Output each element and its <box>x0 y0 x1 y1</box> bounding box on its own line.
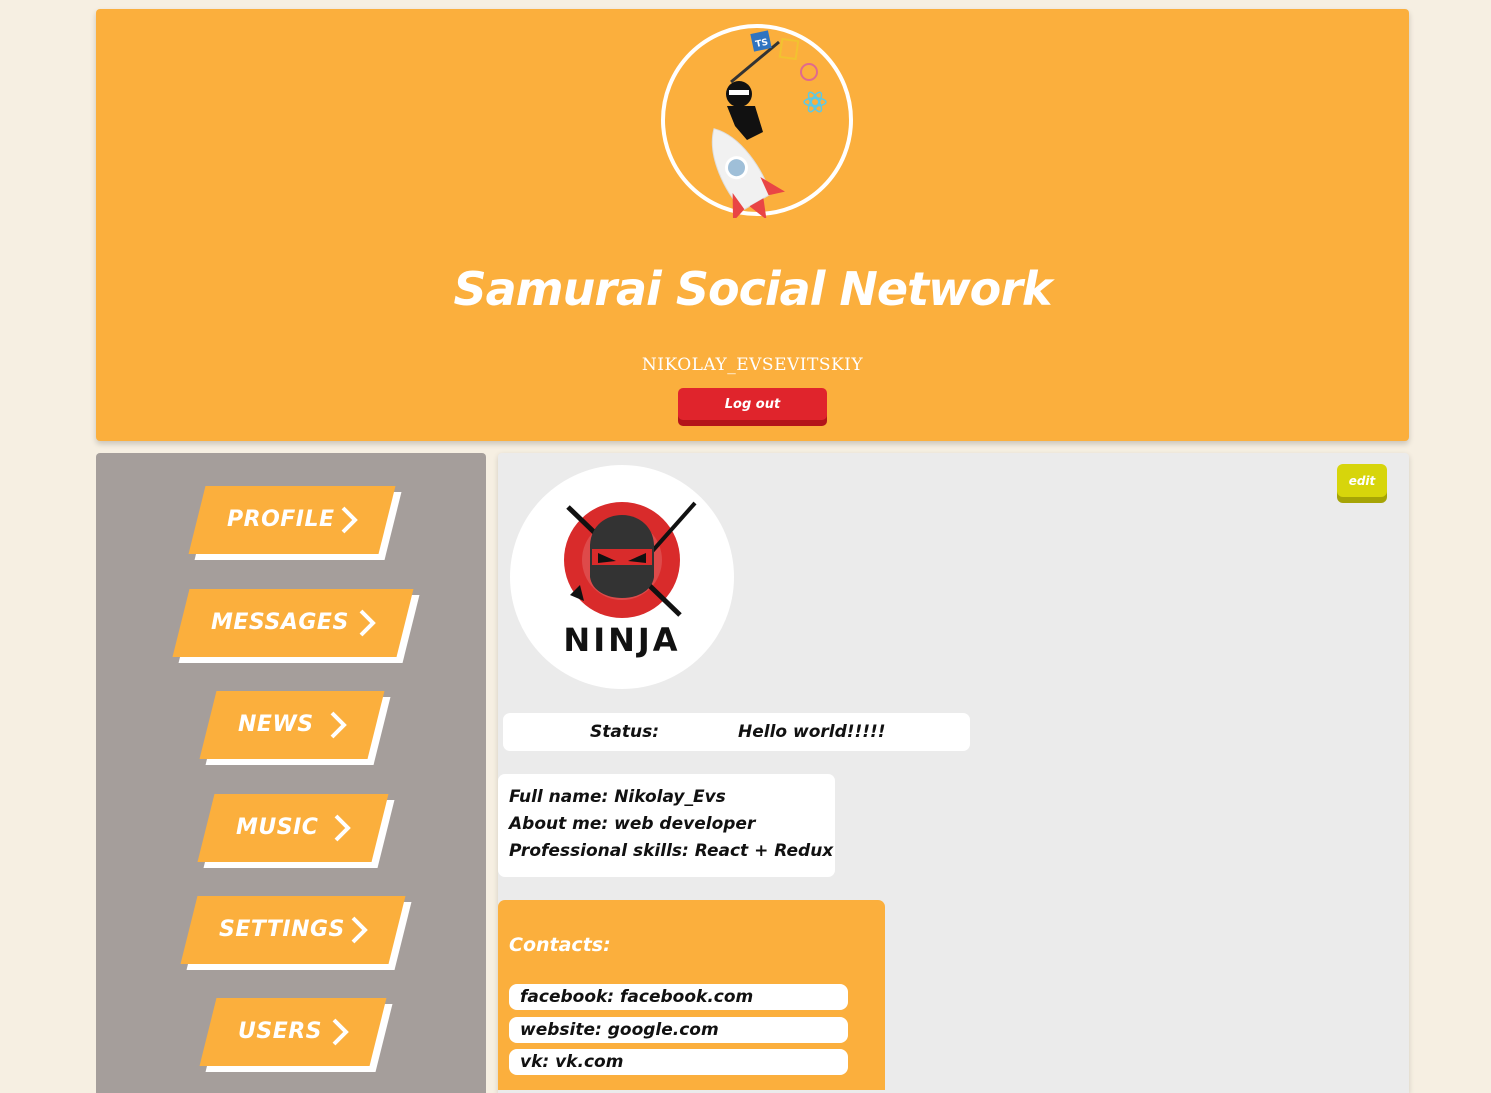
site-title: Samurai Social Network <box>453 262 1052 316</box>
avatar: NINJA <box>510 465 734 689</box>
status-label: Status: <box>590 722 659 742</box>
sidebar-item-label: MUSIC <box>236 815 319 840</box>
chevron-right-icon <box>341 506 358 534</box>
sidebar-item-label: SETTINGS <box>219 917 345 942</box>
chevron-right-icon <box>330 711 347 739</box>
sidebar-item-label: PROFILE <box>227 507 335 532</box>
contact-vk[interactable]: vk: vk.com <box>509 1049 848 1075</box>
logout-button[interactable]: Log out <box>678 388 827 420</box>
chevron-right-icon <box>359 609 376 637</box>
ninja-rocket-logo: TS <box>661 24 853 218</box>
sidebar-item-news[interactable]: NEWS <box>199 691 391 765</box>
professional-skills: Professional skills: React + Redux <box>509 841 834 861</box>
sidebar-item-label: MESSAGES <box>211 610 349 635</box>
sidebar-item-label: NEWS <box>238 712 314 737</box>
chevron-right-icon <box>334 814 351 842</box>
profile-info: Full name: Nikolay_Evs About me: web dev… <box>498 774 835 877</box>
sidebar-item-music[interactable]: MUSIC <box>197 794 395 868</box>
contacts-title: Contacts: <box>509 934 611 956</box>
sidebar-item-settings[interactable]: SETTINGS <box>180 896 412 970</box>
svg-text:NINJA: NINJA <box>563 621 680 659</box>
ninja-avatar-image: NINJA <box>563 501 697 659</box>
username: NIKOLAY_EVSEVITSKIY <box>641 355 864 375</box>
full-name: Full name: Nikolay_Evs <box>509 787 726 807</box>
about-me: About me: web developer <box>509 814 756 834</box>
status-field[interactable]: Status: Hello world!!!!! <box>503 713 970 751</box>
sidebar-item-users[interactable]: USERS <box>199 998 393 1072</box>
sidebar-item-label: USERS <box>238 1019 323 1044</box>
sidebar-item-profile[interactable]: PROFILE <box>188 486 402 560</box>
contact-website[interactable]: website: google.com <box>509 1017 848 1043</box>
contacts-panel: Contacts: facebook: facebook.com website… <box>498 900 885 1090</box>
status-value[interactable]: Hello world!!!!! <box>738 713 886 751</box>
contact-facebook[interactable]: facebook: facebook.com <box>509 984 848 1010</box>
edit-button[interactable]: edit <box>1337 464 1387 497</box>
chevron-right-icon <box>332 1018 349 1046</box>
sidebar-item-messages[interactable]: MESSAGES <box>172 589 420 663</box>
chevron-right-icon <box>351 916 368 944</box>
